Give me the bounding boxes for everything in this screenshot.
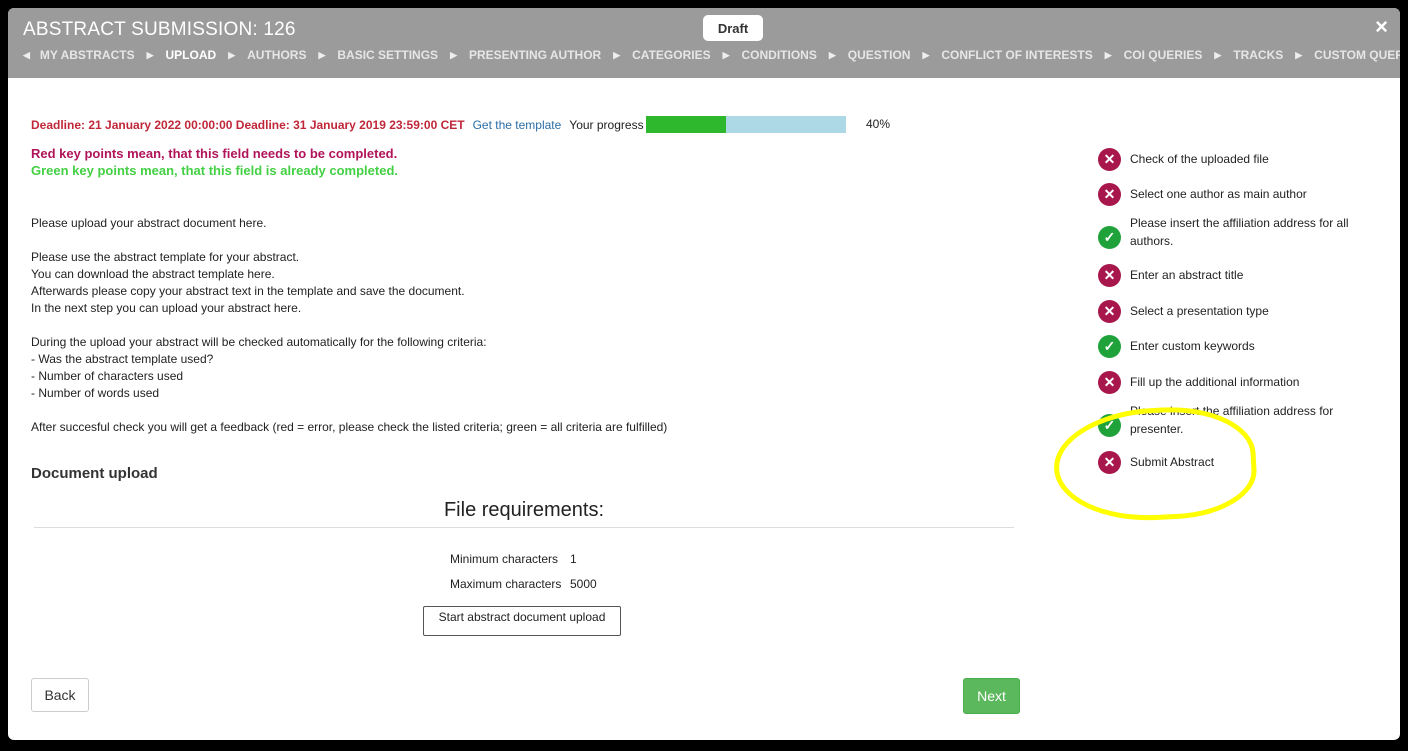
step-separator-icon: ▶ (828, 49, 836, 60)
check-icon: ✓ (1098, 335, 1121, 358)
instruction-line: After succesful check you will get a fee… (31, 420, 668, 434)
step-tab-my-abstracts[interactable]: MY ABSTRACTS (40, 48, 135, 62)
step-separator-icon: ▶ (613, 49, 621, 60)
checklist-item-label: Check of the uploaded file (1130, 152, 1269, 166)
min-characters-label: Minimum characters (450, 552, 559, 566)
error-icon: ✕ (1098, 264, 1121, 287)
status-badge: Draft (703, 15, 763, 41)
step-separator-icon: ▶ (146, 49, 154, 60)
step-separator-icon: ▶ (1214, 49, 1222, 60)
step-tab-categories[interactable]: CATEGORIES (632, 48, 710, 62)
checklist-item-label: Please insert the affiliation address fo… (1130, 216, 1349, 248)
checklist-item-label: Fill up the additional information (1130, 375, 1300, 389)
instruction-line: Please use the abstract template for you… (31, 250, 300, 264)
checklist-item-label: Select a presentation type (1130, 304, 1269, 318)
instruction-line: You can download the abstract template h… (31, 267, 275, 281)
max-characters-label: Maximum characters (450, 577, 562, 591)
max-characters-value: 5000 (570, 577, 597, 591)
step-separator-icon: ▶ (1295, 49, 1303, 60)
progress-label: Your progress (569, 118, 644, 132)
submission-modal: ABSTRACT SUBMISSION: 126 Draft × ◀ MY ABS… (8, 8, 1400, 740)
progress-fill (646, 116, 726, 133)
get-template-link[interactable]: Get the template (473, 118, 562, 132)
instruction-line: Afterwards please copy your abstract tex… (31, 284, 465, 298)
instruction-line: In the next step you can upload your abs… (31, 301, 302, 315)
progress-percent: 40% (866, 117, 891, 131)
page-title: ABSTRACT SUBMISSION: 126 (23, 19, 296, 40)
step-tab-tracks[interactable]: TRACKS (1233, 48, 1283, 62)
deadline-row: Deadline: 21 January 2022 00:00:00 Deadl… (31, 117, 644, 133)
progress-bar (646, 116, 846, 133)
instruction-line: Please upload your abstract document her… (31, 216, 267, 230)
upload-instructions: Please upload your abstract document her… (31, 215, 931, 436)
step-separator-icon: ▶ (450, 49, 457, 60)
step-tab-custom-queries[interactable]: CUSTOM QUERIES (1314, 48, 1400, 62)
yellow-highlight-annotation (1051, 402, 1259, 526)
prev-step-icon[interactable]: ◀ (23, 50, 30, 61)
divider (34, 527, 1014, 528)
step-tab-basic-settings[interactable]: BASIC SETTINGS (337, 48, 438, 62)
instruction-line: During the upload your abstract will be … (31, 335, 487, 349)
instruction-line: - Number of characters used (31, 369, 184, 383)
step-tab-coi-queries[interactable]: COI QUERIES (1124, 48, 1203, 62)
checklist-item-label: Enter an abstract title (1130, 268, 1244, 282)
instruction-line: - Number of words used (31, 386, 160, 400)
file-requirements-title: File requirements: (443, 499, 605, 521)
max-characters-row: Maximum characters 5000 (450, 577, 750, 591)
error-icon: ✕ (1098, 371, 1121, 394)
step-tab-conditions[interactable]: CONDITIONS (742, 48, 817, 62)
document-upload-heading: Document upload (31, 465, 158, 482)
step-tab-authors[interactable]: AUTHORS (247, 48, 306, 62)
step-separator-icon: ▶ (722, 49, 730, 60)
check-icon: ✓ (1098, 226, 1121, 249)
error-icon: ✕ (1098, 300, 1121, 323)
checklist-item-label: Enter custom keywords (1130, 339, 1255, 353)
next-button[interactable]: Next (963, 678, 1020, 714)
modal-header: ABSTRACT SUBMISSION: 126 Draft × ◀ MY ABS… (8, 8, 1400, 78)
step-separator-icon: ▶ (1104, 49, 1112, 60)
min-characters-value: 1 (570, 552, 577, 566)
start-upload-button[interactable]: Start abstract document upload (423, 606, 621, 636)
step-navigation: ◀ MY ABSTRACTS ▶ UPLOAD ▶ AUTHORS ▶ BASIC SETTI… (8, 47, 1400, 63)
step-separator-icon: ▶ (318, 49, 326, 60)
legend-green-text: Green key points mean, that this field i… (31, 163, 398, 178)
instruction-line: - Was the abstract template used? (31, 352, 214, 366)
step-tab-conflict-of-interests[interactable]: CONFLICT OF INTERESTS (941, 48, 1092, 62)
step-tab-presenting-author[interactable]: PRESENTING AUTHOR (469, 48, 601, 62)
legend-red-text: Red key points mean, that this field nee… (31, 146, 398, 161)
step-tab-upload[interactable]: UPLOAD (166, 48, 217, 62)
back-button[interactable]: Back (31, 678, 89, 712)
close-icon[interactable]: × (1375, 16, 1388, 38)
deadline-text: Deadline: 21 January 2022 00:00:00 Deadl… (31, 118, 465, 132)
step-separator-icon: ▶ (922, 49, 930, 60)
step-tab-question[interactable]: QUESTION (848, 48, 911, 62)
min-characters-row: Minimum characters 1 (450, 552, 750, 566)
step-separator-icon: ▶ (228, 49, 236, 60)
checklist-item-label: Select one author as main author (1130, 187, 1307, 201)
error-icon: ✕ (1098, 148, 1121, 171)
error-icon: ✕ (1098, 183, 1121, 206)
